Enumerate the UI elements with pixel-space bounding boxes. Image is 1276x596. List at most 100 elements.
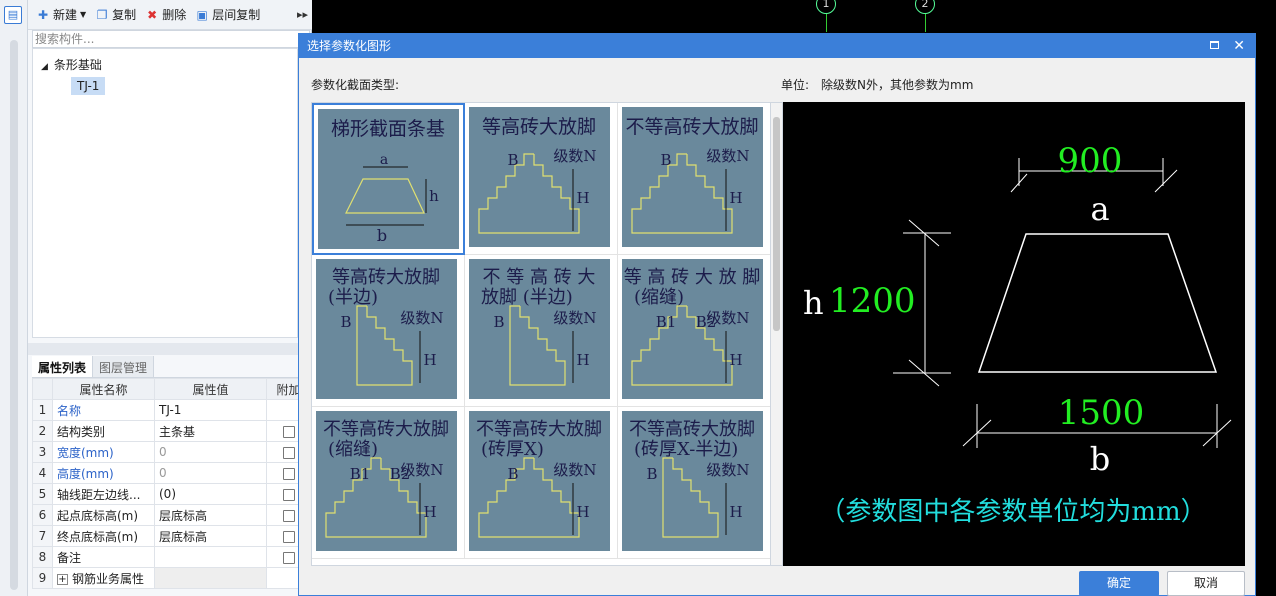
extra-checkbox[interactable] — [282, 446, 295, 459]
param-shape-dialog: 选择参数化图形 ✕ 参数化截面类型: 单位: 除级数N外，其他参数为mm 梯形截面… — [298, 33, 1256, 596]
row-index: 9 — [32, 567, 53, 589]
prop-value-header: 属性值 — [154, 378, 267, 400]
expand-icon[interactable]: + — [57, 573, 68, 585]
cancel-button[interactable]: 取消 — [1167, 571, 1245, 596]
dim-b-label: B — [507, 151, 518, 169]
copy-button[interactable]: ❐ 复制 — [95, 6, 136, 23]
shape-title: 等高砖大放脚 — [332, 267, 440, 288]
prop-value[interactable]: TJ-1 — [154, 399, 267, 421]
extra-checkbox[interactable] — [282, 530, 295, 543]
dropdown-arrow-icon[interactable]: ▼ — [80, 10, 86, 19]
prop-value[interactable]: 0 — [154, 441, 267, 463]
unit-text: 除级数N外，其他参数为mm — [821, 78, 974, 92]
table-row[interactable]: 2 结构类别 主条基 — [32, 420, 311, 442]
component-list-icon[interactable]: ▤ — [4, 6, 22, 24]
tree-node-strip-foundation[interactable]: ◢ 条形基础 — [41, 56, 102, 73]
shape-option[interactable]: 不等高砖大放脚 (砖厚X) B 级数N H — [465, 407, 618, 559]
shape-option[interactable]: 梯形截面条基 a b h — [312, 103, 465, 255]
row-index: 6 — [32, 504, 53, 526]
shape-thumbnail: 不等高砖大放脚(缩缝)B1 B2级数NH — [316, 411, 457, 551]
left-dock-bar: ▤ — [0, 0, 28, 596]
shape-thumbnail: 等 高 砖 大 放 脚(缩缝)B1 B2级数NH — [622, 259, 763, 399]
table-header-row: 属性名称 属性值 附加 — [32, 378, 311, 400]
prop-name: 轴线距左边线... — [52, 483, 155, 505]
table-row[interactable]: 4 高度(mm) 0 — [32, 462, 311, 484]
levels-label: 级数N — [553, 309, 596, 327]
more-icon[interactable]: ▸▸ — [297, 8, 308, 21]
search-input[interactable]: 搜索构件... — [32, 30, 310, 48]
axis-marker-2: 2 — [915, 0, 935, 14]
dim-h-label: H — [423, 503, 436, 521]
dialog-titlebar: 选择参数化图形 ✕ — [299, 34, 1255, 58]
h-value: 1200 — [829, 281, 916, 321]
shape-thumbnail: 等高砖大放脚(半边) B 级数N H — [316, 259, 457, 399]
shape-title: 不 等 高 砖 大 — [483, 267, 596, 288]
table-row[interactable]: 3 宽度(mm) 0 — [32, 441, 311, 463]
new-button[interactable]: ✚ 新建 ▼ — [36, 6, 86, 23]
row-index: 1 — [32, 399, 53, 421]
table-row[interactable]: 8 备注 — [32, 546, 311, 568]
shape-option[interactable]: 等高砖大放脚 (半边) B 级数N H — [312, 255, 465, 407]
new-label: 新建 — [53, 8, 78, 22]
shape-thumbnail: 不等高砖大放脚(砖厚X) B 级数N H — [469, 411, 610, 551]
shape-title: 不等高砖大放脚 — [476, 419, 602, 440]
shape-option[interactable]: 不等高砖大放脚 (缩缝) B1 B2 级数N H — [312, 407, 465, 559]
scroll-thumb[interactable] — [773, 117, 780, 331]
ok-button[interactable]: 确定 — [1079, 571, 1159, 596]
extra-checkbox[interactable] — [282, 488, 295, 501]
shape-subtitle: (半边) — [328, 287, 378, 308]
dim-b-label: B — [493, 313, 504, 331]
dock-scrollbar[interactable] — [10, 40, 18, 590]
dim-h-label: H — [576, 503, 589, 521]
prop-value[interactable]: (0) — [154, 483, 267, 505]
row-index: 4 — [32, 462, 53, 484]
shape-subtitle: (缩缝) — [328, 439, 378, 460]
prop-value[interactable]: 主条基 — [154, 420, 267, 442]
prop-value[interactable]: 层底标高 — [154, 525, 267, 547]
close-icon[interactable]: ✕ — [1233, 37, 1245, 55]
dim-h-label: H — [576, 351, 589, 369]
table-row[interactable]: 7 终点底标高(m) 层底标高 — [32, 525, 311, 547]
extra-checkbox[interactable] — [282, 551, 295, 564]
property-table: 属性名称 属性值 附加 1 名称 TJ-1 2 结构类别 主条基 3 宽度(mm… — [32, 378, 311, 589]
prop-name: 终点底标高(m) — [52, 525, 155, 547]
tree-node-tj1[interactable]: TJ-1 — [71, 77, 106, 95]
table-row[interactable]: 9 + 钢筋业务属性 — [32, 567, 311, 589]
prop-value[interactable]: 0 — [154, 462, 267, 484]
table-row[interactable]: 5 轴线距左边线... (0) — [32, 483, 311, 505]
shape-thumbnail: 不等高砖大放脚(砖厚X-半边) B 级数N H — [622, 411, 763, 551]
extra-checkbox[interactable] — [282, 509, 295, 522]
shape-thumbnail: 等高砖大放脚 B 级数N H — [469, 107, 610, 247]
prop-value[interactable] — [154, 546, 267, 568]
panel-splitter[interactable] — [28, 343, 312, 355]
property-tabs: 属性列表 图层管理 — [32, 356, 310, 378]
shape-option[interactable]: 不 等 高 砖 大放脚 (半边) B 级数N H — [465, 255, 618, 407]
shape-title: 等高砖大放脚 — [482, 116, 596, 138]
tree-node-label: 条形基础 — [53, 58, 102, 72]
dim-b-label: B — [507, 465, 518, 483]
unit-note: （参数图中各参数单位均为mm） — [819, 497, 1206, 527]
prop-value[interactable]: 层底标高 — [154, 504, 267, 526]
tab-layer-management[interactable]: 图层管理 — [93, 356, 155, 377]
levels-label: 级数N — [706, 309, 749, 327]
shape-option[interactable]: 等高砖大放脚 B 级数N H — [465, 103, 618, 255]
prop-name: 结构类别 — [52, 420, 155, 442]
dim-b-label: B1 — [350, 465, 371, 483]
collapse-arrow-icon[interactable]: ◢ — [41, 62, 48, 72]
shape-option[interactable]: 不等高砖大放脚 (砖厚X-半边) B 级数N H — [618, 407, 770, 559]
prop-value — [154, 567, 267, 589]
delete-button[interactable]: ✖ 删除 — [145, 6, 186, 23]
table-row[interactable]: 6 起点底标高(m) 层底标高 — [32, 504, 311, 526]
axis-marker-1: 1 — [816, 0, 836, 14]
shape-option[interactable]: 等 高 砖 大 放 脚 (缩缝) B1 B2 级数N H — [618, 255, 770, 407]
extra-checkbox[interactable] — [282, 425, 295, 438]
shape-grid: 梯形截面条基 a b h 等高砖大放脚 B 级数N H 不等高砖大放脚 B 级数N H 等高砖大放脚 (半… — [311, 102, 771, 566]
floor-copy-button[interactable]: ▣ 层间复制 — [195, 6, 261, 23]
maximize-icon[interactable] — [1210, 41, 1219, 49]
shape-grid-scrollbar[interactable] — [771, 102, 783, 566]
row-index: 5 — [32, 483, 53, 505]
tab-property-list[interactable]: 属性列表 — [32, 356, 94, 377]
extra-checkbox[interactable] — [282, 467, 295, 480]
shape-option[interactable]: 不等高砖大放脚 B 级数N H — [618, 103, 770, 255]
table-row[interactable]: 1 名称 TJ-1 — [32, 399, 311, 421]
